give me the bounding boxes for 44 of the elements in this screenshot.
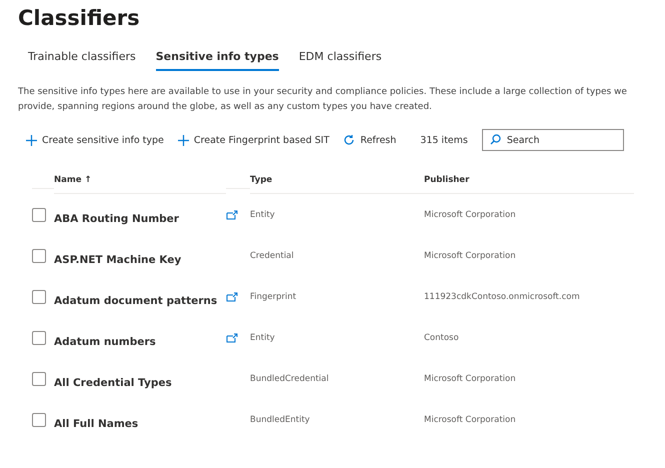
tab[interactable]: EDM classifiers xyxy=(298,46,382,71)
column-header[interactable]: Type xyxy=(250,167,424,194)
table-cell: 111923cdkContoso.onmicrosoft.com xyxy=(424,292,580,302)
refresh-icon xyxy=(343,134,356,146)
description-text: The sensitive info types here are available to use in your security and compliance policies. These include a large collection of types we provide, spanning regions around the globe, as well as any custom types you have created. xyxy=(18,86,628,114)
column-header[interactable]: Name ↑ xyxy=(54,167,226,194)
item-count: 315 items xyxy=(420,134,468,146)
row-checkbox[interactable] xyxy=(32,330,46,344)
table-cell: Microsoft Corporation xyxy=(424,210,516,220)
row-checkbox[interactable] xyxy=(32,372,46,386)
edit-icon[interactable] xyxy=(226,292,238,302)
create-button[interactable]: Create Fingerprint based SIT xyxy=(178,134,330,146)
table-cell-text: All Full Names xyxy=(54,416,138,430)
row-checkbox[interactable] xyxy=(32,208,46,222)
edit-icon[interactable] xyxy=(226,210,238,220)
row-checkbox[interactable] xyxy=(32,248,46,262)
table-cell: Fingerprint xyxy=(250,292,296,302)
table-cell: Contoso xyxy=(424,332,459,342)
plus-icon xyxy=(178,134,189,146)
edit-icon[interactable] xyxy=(226,332,238,342)
table-cell-text: All Credential Types xyxy=(54,376,172,388)
table-cell: Credential xyxy=(250,250,294,260)
table-cell-text: Adatum document patterns xyxy=(54,294,218,306)
table-cell-text: Adatum numbers xyxy=(54,334,156,348)
table-cell: Microsoft Corporation xyxy=(424,414,516,424)
table-cell: Microsoft Corporation xyxy=(424,374,516,384)
table-cell-text: ASP.NET Machine Key xyxy=(54,252,182,266)
table-cell: Entity xyxy=(250,210,275,220)
create-button[interactable]: Create sensitive info type xyxy=(26,134,164,146)
table-cell: Entity xyxy=(250,332,275,342)
page-title: Classifiers xyxy=(18,6,141,30)
row-checkbox[interactable] xyxy=(32,412,46,426)
table-cell: Microsoft Corporation xyxy=(424,250,516,260)
tab[interactable]: Sensitive info types xyxy=(156,46,279,71)
column-header[interactable]: Publisher xyxy=(424,167,634,194)
search-field[interactable]: Search xyxy=(482,129,624,151)
tab[interactable]: Trainable classifiers xyxy=(28,46,136,71)
refresh-button[interactable]: Refresh xyxy=(343,134,396,146)
plus-icon xyxy=(26,134,37,146)
table-cell: BundledEntity xyxy=(250,414,310,424)
table-cell-text: ABA Routing Number xyxy=(54,212,179,224)
row-checkbox[interactable] xyxy=(32,290,46,304)
search-icon xyxy=(490,134,501,145)
table-cell: BundledCredential xyxy=(250,374,329,384)
